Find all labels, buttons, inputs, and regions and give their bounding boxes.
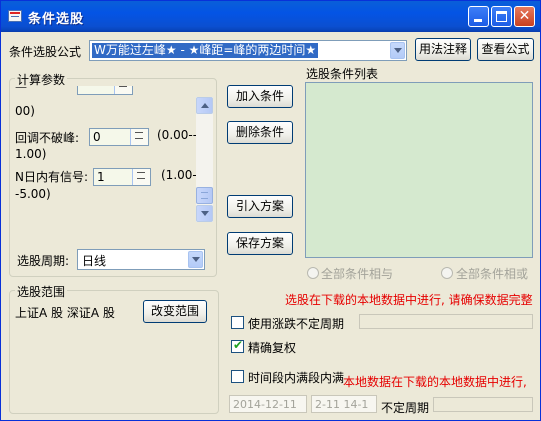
param-callback-input[interactable]: 0 [89,128,149,146]
maximize-button[interactable] [491,6,512,27]
param-callback-label: 回调不破峰: [15,131,80,145]
overlap-notice: 本地数据在下载的本地数据中进行, [343,375,527,389]
spinner-arrows-icon[interactable] [132,169,150,185]
period-value: 日线 [82,254,107,268]
chevron-down-icon[interactable] [188,251,203,268]
import-scheme-button[interactable]: 引入方案 [227,195,293,218]
chevron-down-icon[interactable] [390,42,405,59]
app-icon [8,10,22,22]
view-formula-button[interactable]: 查看公式 [477,38,534,61]
limit-period-checkbox[interactable] [231,316,244,329]
usage-notes-button[interactable]: 用法注释 [415,38,471,61]
param-signal-days-input[interactable]: 1 [93,168,151,186]
local-data-notice: 选股在下载的本地数据中进行, 请确保数据完整 [285,293,533,307]
logic-or-radio[interactable] [441,267,453,279]
date-to-field[interactable]: 2-11 14-1 [311,395,377,413]
condition-list[interactable] [305,82,533,258]
change-scope-button[interactable]: 改变范围 [143,300,207,323]
precise-adjust-label: 精确复权 [248,341,297,355]
check-icon: ✔ [233,338,244,352]
params-scrollbar[interactable] [196,97,213,222]
close-button[interactable]: ✕ [514,6,535,27]
maximize-icon [496,11,507,22]
param-signal-days-value: 1 [97,170,105,184]
spinner-arrows-icon[interactable] [114,86,132,94]
param-callback-value: 0 [93,130,101,144]
no-fixed-period-label: 不定周期 [381,401,430,415]
param-partial-label: — [15,86,27,94]
formula-select[interactable]: W万能过左峰★ - ★峰距=峰的两边时间★ [89,40,407,61]
add-condition-button[interactable]: 加入条件 [227,85,293,108]
time-range-checkbox[interactable] [231,370,244,383]
scope-markets: 上证A 股 深证A 股 [15,306,115,320]
minimize-icon [474,19,482,22]
save-scheme-button[interactable]: 保存方案 [227,232,293,255]
limit-period-label: 使用涨跌不定周期 [248,317,345,331]
precise-adjust-checkbox[interactable]: ✔ [231,338,244,353]
scope-group-title: 选股范围 [15,283,68,300]
param-row-partial: — [13,86,193,96]
param-prev-range: 00) [15,104,35,118]
minimize-button[interactable] [468,6,489,27]
logic-or-label: 全部条件相或 [456,267,529,281]
param-callback-range-min: (0.00-- [157,128,198,142]
spinner-arrows-icon[interactable] [130,129,148,145]
formula-selected-value: W万能过左峰★ - ★峰距=峰的两边时间★ [92,43,319,58]
title-bar[interactable]: 条件选股 ✕ [1,1,540,32]
date-from-field[interactable]: 2014-12-11 [229,395,307,413]
condition-list-label: 选股条件列表 [306,67,379,81]
limit-period-field[interactable] [359,314,533,329]
param-callback-range-max: 1.00) [15,147,47,161]
close-icon: ✕ [518,8,531,24]
condition-stock-selection-window: 条件选股 ✕ 条件选股公式 W万能过左峰★ - ★峰距=峰的两边时间★ 用法注释… [0,0,541,421]
period-label: 选股周期: [17,254,70,268]
param-partial-spinner[interactable] [77,86,133,95]
logic-and-radio[interactable] [307,267,319,279]
time-range-label: 时间段内满段内满 [248,371,345,385]
logic-and-label: 全部条件相与 [321,267,394,281]
no-fixed-period-field[interactable] [433,397,533,412]
scroll-up-icon[interactable] [196,97,213,114]
param-signal-days-label: N日内有信号: [15,170,89,184]
period-select[interactable]: 日线 [77,249,205,270]
scroll-thumb[interactable] [196,187,213,204]
delete-condition-button[interactable]: 删除条件 [227,121,293,144]
param-signal-range-max: -5.00) [15,187,51,201]
window-title: 条件选股 [28,12,85,27]
scroll-down-icon[interactable] [196,205,213,222]
formula-label: 条件选股公式 [9,45,82,59]
